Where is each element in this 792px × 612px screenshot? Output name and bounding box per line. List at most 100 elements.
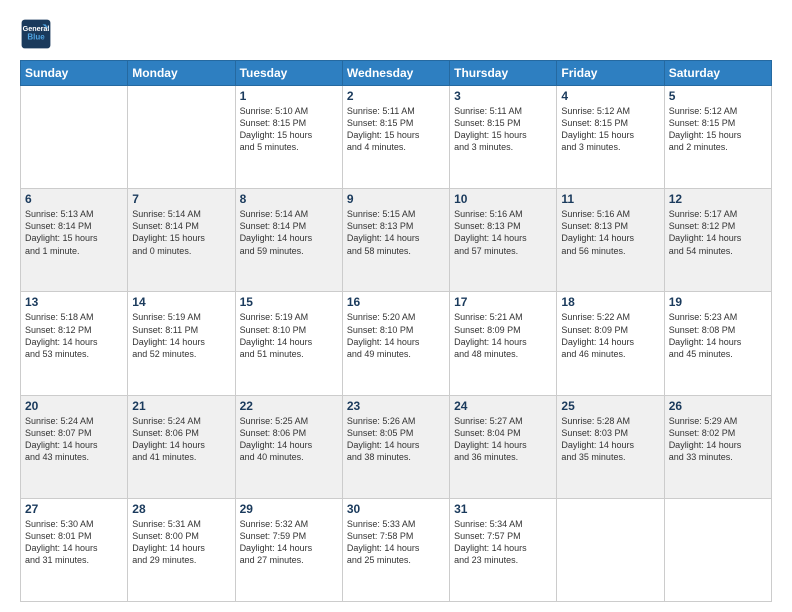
day-number: 15 <box>240 295 338 309</box>
day-info-line: Sunset: 8:01 PM <box>25 530 123 542</box>
day-info-line: and 46 minutes. <box>561 348 659 360</box>
day-info-line: Sunrise: 5:22 AM <box>561 311 659 323</box>
day-info-line: Sunrise: 5:24 AM <box>132 415 230 427</box>
calendar-cell: 28Sunrise: 5:31 AMSunset: 8:00 PMDayligh… <box>128 498 235 601</box>
day-info-line: Sunrise: 5:20 AM <box>347 311 445 323</box>
svg-text:Blue: Blue <box>27 33 45 42</box>
calendar-cell: 11Sunrise: 5:16 AMSunset: 8:13 PMDayligh… <box>557 189 664 292</box>
day-info-line: Daylight: 14 hours <box>25 336 123 348</box>
day-info-line: Daylight: 14 hours <box>454 232 552 244</box>
day-info-line: Sunset: 8:10 PM <box>347 324 445 336</box>
day-number: 29 <box>240 502 338 516</box>
day-info-line: Daylight: 14 hours <box>132 439 230 451</box>
calendar-cell: 1Sunrise: 5:10 AMSunset: 8:15 PMDaylight… <box>235 86 342 189</box>
day-info-line: Daylight: 14 hours <box>347 439 445 451</box>
day-info-line: Sunset: 8:09 PM <box>454 324 552 336</box>
calendar-week-row: 6Sunrise: 5:13 AMSunset: 8:14 PMDaylight… <box>21 189 772 292</box>
day-info-line: Sunset: 8:10 PM <box>240 324 338 336</box>
weekday-header-saturday: Saturday <box>664 61 771 86</box>
day-info-line: and 49 minutes. <box>347 348 445 360</box>
calendar-cell: 2Sunrise: 5:11 AMSunset: 8:15 PMDaylight… <box>342 86 449 189</box>
day-number: 20 <box>25 399 123 413</box>
day-info-line: Daylight: 14 hours <box>240 439 338 451</box>
day-info-line: Sunrise: 5:11 AM <box>347 105 445 117</box>
day-info-line: Sunrise: 5:25 AM <box>240 415 338 427</box>
day-info-line: Sunset: 8:15 PM <box>561 117 659 129</box>
day-info-line: Sunrise: 5:12 AM <box>561 105 659 117</box>
day-number: 22 <box>240 399 338 413</box>
day-number: 9 <box>347 192 445 206</box>
day-info-line: and 36 minutes. <box>454 451 552 463</box>
logo: General Blue <box>20 18 52 50</box>
day-info-line: Sunset: 8:14 PM <box>240 220 338 232</box>
day-info-line: and 35 minutes. <box>561 451 659 463</box>
day-info-line: Sunrise: 5:33 AM <box>347 518 445 530</box>
day-info-line: Sunset: 8:06 PM <box>240 427 338 439</box>
calendar-cell: 14Sunrise: 5:19 AMSunset: 8:11 PMDayligh… <box>128 292 235 395</box>
day-info-line: and 3 minutes. <box>454 141 552 153</box>
day-info-line: Sunset: 8:03 PM <box>561 427 659 439</box>
day-info-line: and 41 minutes. <box>132 451 230 463</box>
weekday-header-row: SundayMondayTuesdayWednesdayThursdayFrid… <box>21 61 772 86</box>
calendar-week-row: 13Sunrise: 5:18 AMSunset: 8:12 PMDayligh… <box>21 292 772 395</box>
day-info-line: Sunset: 8:15 PM <box>669 117 767 129</box>
day-info-line: Sunrise: 5:18 AM <box>25 311 123 323</box>
day-info-line: Daylight: 15 hours <box>454 129 552 141</box>
day-info-line: and 45 minutes. <box>669 348 767 360</box>
day-number: 14 <box>132 295 230 309</box>
day-info-line: Daylight: 14 hours <box>454 542 552 554</box>
day-info-line: Daylight: 14 hours <box>347 232 445 244</box>
day-number: 16 <box>347 295 445 309</box>
calendar-cell <box>557 498 664 601</box>
day-info-line: Sunrise: 5:28 AM <box>561 415 659 427</box>
calendar-cell: 10Sunrise: 5:16 AMSunset: 8:13 PMDayligh… <box>450 189 557 292</box>
calendar-cell: 27Sunrise: 5:30 AMSunset: 8:01 PMDayligh… <box>21 498 128 601</box>
day-info-line: and 31 minutes. <box>25 554 123 566</box>
day-info-line: and 33 minutes. <box>669 451 767 463</box>
day-info-line: Sunset: 8:06 PM <box>132 427 230 439</box>
calendar-cell: 26Sunrise: 5:29 AMSunset: 8:02 PMDayligh… <box>664 395 771 498</box>
day-info-line: and 56 minutes. <box>561 245 659 257</box>
day-number: 12 <box>669 192 767 206</box>
day-info-line: Daylight: 14 hours <box>25 439 123 451</box>
day-info-line: Daylight: 14 hours <box>561 232 659 244</box>
day-info-line: Daylight: 14 hours <box>669 232 767 244</box>
day-info-line: Sunset: 8:02 PM <box>669 427 767 439</box>
weekday-header-wednesday: Wednesday <box>342 61 449 86</box>
day-number: 11 <box>561 192 659 206</box>
day-info-line: and 5 minutes. <box>240 141 338 153</box>
day-number: 27 <box>25 502 123 516</box>
calendar-cell: 20 Sunrise: 5:24 AMSunset: 8:07 PMDayligh… <box>21 395 128 498</box>
calendar-cell: 29Sunrise: 5:32 AMSunset: 7:59 PMDayligh… <box>235 498 342 601</box>
day-info-line: and 1 minute. <box>25 245 123 257</box>
day-info-line: Sunrise: 5:24 AM <box>25 415 123 427</box>
day-info-line: Sunset: 8:07 PM <box>25 427 123 439</box>
weekday-header-thursday: Thursday <box>450 61 557 86</box>
calendar-cell: 12Sunrise: 5:17 AMSunset: 8:12 PMDayligh… <box>664 189 771 292</box>
day-info-line: Sunrise: 5:27 AM <box>454 415 552 427</box>
day-number: 28 <box>132 502 230 516</box>
day-info-line: Sunset: 8:13 PM <box>454 220 552 232</box>
day-info-line: Sunset: 7:58 PM <box>347 530 445 542</box>
day-info-line: Daylight: 15 hours <box>132 232 230 244</box>
day-info-line: Daylight: 14 hours <box>240 336 338 348</box>
calendar-cell <box>664 498 771 601</box>
day-info-line: Daylight: 14 hours <box>669 439 767 451</box>
day-info-line: Daylight: 14 hours <box>454 439 552 451</box>
day-number: 10 <box>454 192 552 206</box>
day-info-line: and 27 minutes. <box>240 554 338 566</box>
day-info-line: and 38 minutes. <box>347 451 445 463</box>
day-info-line: Daylight: 14 hours <box>454 336 552 348</box>
day-number: 8 <box>240 192 338 206</box>
calendar-cell: 6Sunrise: 5:13 AMSunset: 8:14 PMDaylight… <box>21 189 128 292</box>
day-info-line: and 58 minutes. <box>347 245 445 257</box>
day-info-line: and 43 minutes. <box>25 451 123 463</box>
day-info-line: Daylight: 15 hours <box>561 129 659 141</box>
calendar-cell: 30Sunrise: 5:33 AMSunset: 7:58 PMDayligh… <box>342 498 449 601</box>
day-info-line: Daylight: 14 hours <box>240 232 338 244</box>
day-number: 17 <box>454 295 552 309</box>
day-info-line: and 52 minutes. <box>132 348 230 360</box>
day-info-line: and 3 minutes. <box>561 141 659 153</box>
day-info-line: Sunrise: 5:31 AM <box>132 518 230 530</box>
logo-icon: General Blue <box>20 18 52 50</box>
